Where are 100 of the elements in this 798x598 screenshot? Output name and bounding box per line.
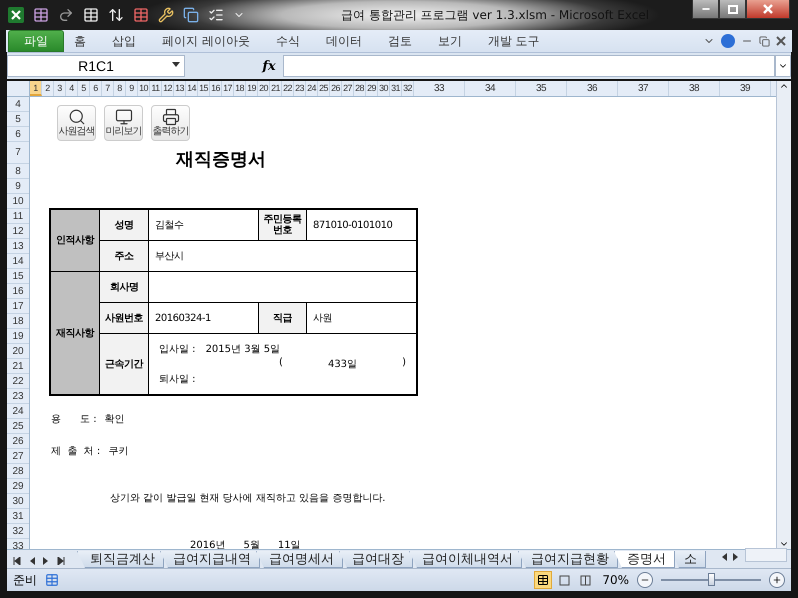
sheet-tab[interactable]: 급여지급현황 <box>518 551 618 568</box>
previous-sheet-icon[interactable] <box>29 557 35 565</box>
ribbon-tab[interactable]: 검토 <box>378 32 422 50</box>
table-icon[interactable] <box>33 7 49 23</box>
column-header: 32 <box>402 81 414 96</box>
table-cell: 부산시 <box>149 241 416 271</box>
copy-icon[interactable] <box>183 7 199 23</box>
row-header: 24 <box>7 404 29 419</box>
row-header: 20 <box>7 344 29 359</box>
column-header: 1 <box>30 81 42 96</box>
zoom-thumb[interactable] <box>708 573 715 586</box>
row-header: 19 <box>7 329 29 344</box>
redo-icon[interactable] <box>58 7 74 23</box>
ribbon-tab[interactable]: 삽입 <box>102 32 146 50</box>
column-header: 26 <box>330 81 342 96</box>
sheet-tab[interactable]: 급여지급내역 <box>160 551 260 568</box>
row-header: 10 <box>7 194 29 209</box>
column-header: 17 <box>222 81 234 96</box>
column-header: 18 <box>234 81 246 96</box>
tenure-days: 433일 <box>328 357 358 371</box>
ribbon-tab[interactable]: 수식 <box>266 32 310 50</box>
row-header: 25 <box>7 419 29 434</box>
close-icon[interactable] <box>776 36 786 46</box>
wrench-icon[interactable] <box>158 7 174 23</box>
row-header: 15 <box>7 269 29 284</box>
row-header: 14 <box>7 254 29 269</box>
maximize-button[interactable] <box>719 0 746 19</box>
column-header: 16 <box>210 81 222 96</box>
checklist-icon[interactable] <box>208 7 224 23</box>
column-header: 30 <box>378 81 390 96</box>
name-box[interactable]: R1C1 <box>7 55 185 77</box>
insert-function-button[interactable]: fx <box>255 58 283 74</box>
row-header: 7 <box>7 142 29 164</box>
ribbon-tab[interactable]: 홈 <box>64 32 96 50</box>
table-cell: 김철수 <box>149 210 258 240</box>
column-header: 11 <box>150 81 162 96</box>
last-sheet-icon[interactable] <box>57 557 65 565</box>
column-header: 8 <box>114 81 126 96</box>
table-cell: 사원번호 <box>100 303 148 333</box>
row-header: 21 <box>7 359 29 374</box>
sort-icon[interactable] <box>108 7 124 23</box>
search-icon <box>68 108 86 126</box>
next-sheet-icon[interactable] <box>43 557 49 565</box>
ribbon-tab[interactable]: 페이지 레이아웃 <box>152 32 260 50</box>
table-cell: 회사명 <box>100 272 148 302</box>
ribbon-tab[interactable]: 데이터 <box>316 32 372 50</box>
ribbon-tab[interactable]: 개발 도구 <box>478 32 550 50</box>
column-header: 28 <box>354 81 366 96</box>
column-header: 3 <box>54 81 66 96</box>
column-header: 7 <box>102 81 114 96</box>
action-button[interactable]: 미리보기 <box>104 105 143 141</box>
scroll-tabs-left-icon[interactable] <box>721 552 727 560</box>
sheet-tab[interactable]: 급여대장 <box>339 551 413 568</box>
row-header: 13 <box>7 239 29 254</box>
formula-input[interactable] <box>283 55 775 77</box>
file-tab[interactable]: 파일 <box>8 30 64 52</box>
page-break-icon <box>580 574 591 586</box>
minimize-button[interactable] <box>692 0 719 19</box>
table-cell: 사원 <box>307 303 416 333</box>
sheet-tab[interactable]: 증명서 <box>614 551 675 568</box>
row-header: 5 <box>7 112 29 127</box>
column-header: 5 <box>78 81 90 96</box>
row-header: 28 <box>7 464 29 479</box>
table-cell: 재직사항 <box>51 272 99 394</box>
plus-icon <box>772 575 782 585</box>
bracket-text: ) <box>402 357 406 370</box>
column-header: 25 <box>318 81 330 96</box>
hire-date-label: 입사일 : <box>159 343 196 356</box>
close-button[interactable] <box>746 0 790 19</box>
bracket-text: ( <box>279 357 283 370</box>
column-header: 22 <box>282 81 294 96</box>
zoom-out-button[interactable] <box>637 572 653 588</box>
row-header: 32 <box>7 524 29 539</box>
table-cell: 주소 <box>100 241 148 271</box>
row-header: 31 <box>7 509 29 524</box>
table-cell: 근속기간 <box>100 334 148 394</box>
grid-icon[interactable] <box>83 7 99 23</box>
restore-icon[interactable] <box>759 36 770 46</box>
sheet-tab[interactable]: 퇴직금계산 <box>77 551 164 568</box>
issue-date-part: 2016년 <box>190 539 226 549</box>
column-header: 31 <box>390 81 402 96</box>
action-button[interactable]: 출력하기 <box>151 105 190 141</box>
row-header: 9 <box>7 179 29 194</box>
action-button[interactable]: 사원검색 <box>57 105 96 141</box>
column-header: 36 <box>567 81 618 96</box>
row-header: 29 <box>7 479 29 494</box>
column-header: 19 <box>246 81 258 96</box>
scroll-tabs-right-icon[interactable] <box>733 552 739 560</box>
zoom-in-button[interactable] <box>769 572 785 588</box>
record-macro-icon[interactable] <box>45 573 59 587</box>
sheet-tab[interactable]: 급여명세서 <box>256 551 343 568</box>
close-icon <box>763 4 773 14</box>
sheet-tab[interactable]: 급여이체내역서 <box>409 551 522 568</box>
leave-date-label: 퇴사일 : <box>159 373 196 386</box>
first-sheet-icon[interactable] <box>13 557 21 565</box>
purpose-label: 용 도 : <box>51 413 97 426</box>
normal-view-button[interactable] <box>534 571 552 589</box>
hire-date: 2015년 3월 5일 <box>206 343 280 356</box>
ribbon-tab[interactable]: 보기 <box>428 32 472 50</box>
column-header: 37 <box>618 81 669 96</box>
